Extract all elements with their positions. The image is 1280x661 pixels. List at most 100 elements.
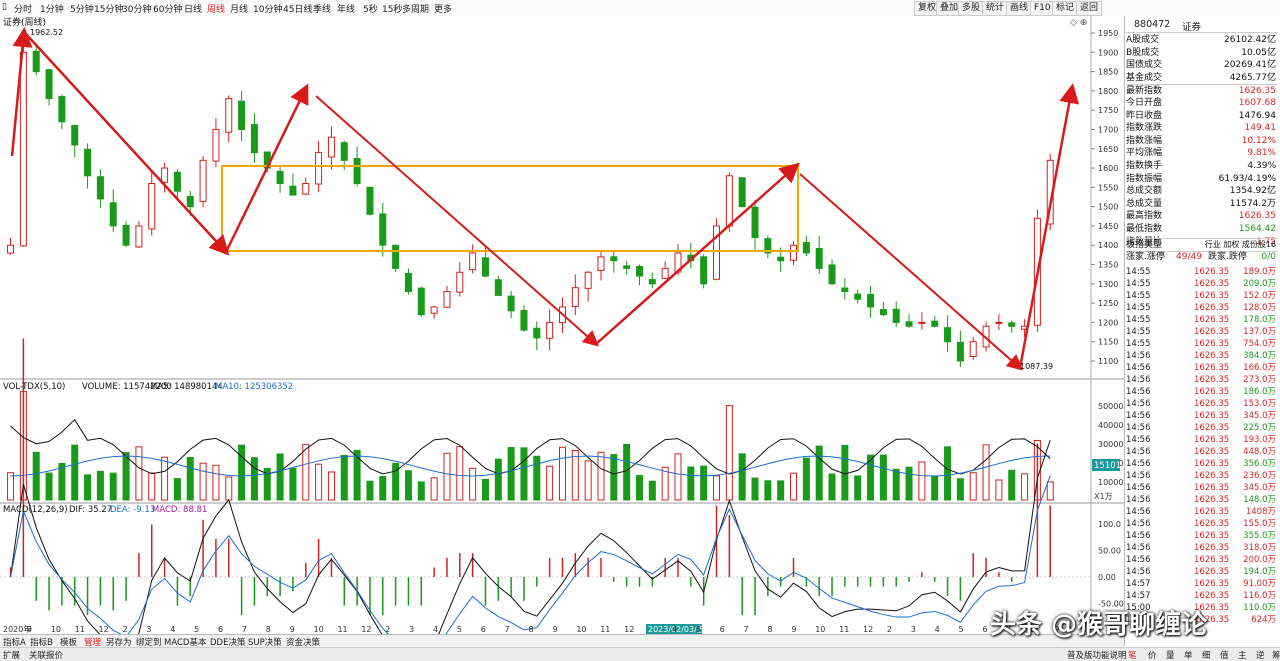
candle-body: [456, 271, 464, 293]
vol-ma5: MA5: 148980144: [150, 382, 223, 392]
tick-volume: 448.0万: [1243, 447, 1276, 457]
candle-body: [494, 279, 502, 296]
stat-label: 指数换手: [1126, 161, 1163, 171]
tick-volume: 209.0万: [1243, 279, 1276, 289]
timeframe-12[interactable]: 年线: [337, 2, 355, 15]
timeframe-13[interactable]: 5秒: [363, 2, 378, 15]
chart-area[interactable]: 1950 1900 1850 1800 1750 1700 1650 1600 1550 1500…: [0, 16, 1124, 661]
tick-price: 1626.35: [1194, 375, 1230, 385]
tick-time: 14:56: [1126, 459, 1151, 469]
timeframe-5[interactable]: 60分钟: [153, 2, 182, 15]
volume-bar: [635, 475, 643, 501]
macd-dea: DEA: -9.13: [110, 505, 155, 515]
timeframe-7[interactable]: 周线: [207, 2, 225, 15]
time-axis-label: 3: [146, 625, 151, 634]
status-right-4[interactable]: 单: [1184, 649, 1193, 661]
tick-volume: 318.0万: [1243, 543, 1276, 553]
status-right-7[interactable]: 主: [1238, 649, 1247, 661]
status-right-0[interactable]: 普及版功能说明: [1067, 649, 1127, 661]
stat-label: 基金成交: [1126, 72, 1163, 83]
vol-title: VOL-TDX(5,10): [3, 382, 65, 392]
candle-body: [45, 69, 53, 100]
candle-body: [700, 256, 708, 285]
stat-label: 总成交量: [1126, 198, 1163, 209]
timeframe-0[interactable]: 分时: [14, 2, 32, 15]
tick-price: 1626.35: [1194, 471, 1230, 481]
tick-row: 14:55 1626.35 137.0万: [1126, 326, 1278, 338]
status-right-5[interactable]: 细: [1202, 649, 1211, 661]
candle-body: [481, 257, 489, 277]
timeframe-6[interactable]: 日线: [184, 2, 202, 15]
volume-bar: [109, 472, 117, 501]
tool-button-7[interactable]: 返回: [1076, 1, 1103, 16]
tick-time: 14:56: [1126, 555, 1151, 565]
stat-label: 今日开盘: [1126, 98, 1163, 108]
price-axis-label: 1650: [1098, 145, 1118, 154]
tick-row: 14:56 1626.35 194.0万: [1126, 566, 1278, 578]
time-axis-label: 4: [935, 625, 940, 634]
tool-button-2[interactable]: 多股: [958, 1, 985, 16]
status-right-1[interactable]: 笔: [1128, 649, 1137, 661]
vol-ma10: MA10: 125306352: [215, 382, 293, 392]
tick-volume: 754.0万: [1243, 339, 1276, 349]
time-axis-label: 6: [481, 625, 486, 634]
timeframe-11[interactable]: 季线: [313, 2, 331, 15]
candle-body: [276, 170, 284, 184]
stat-label: 昨日收盘: [1126, 110, 1163, 121]
volume-bar: [918, 461, 926, 501]
candle-body: [610, 256, 618, 262]
tick-volume: 356.0万: [1243, 459, 1276, 469]
status-left-1[interactable]: 关联报价: [29, 649, 63, 661]
tool-button-4[interactable]: 画线: [1006, 1, 1033, 16]
timeframe-4[interactable]: 30分钟: [122, 2, 151, 15]
timeframe-3[interactable]: 15分钟: [94, 2, 123, 15]
tool-button-6[interactable]: 标记: [1052, 1, 1079, 16]
status-bar: 扩展 关联报价 普及版功能说明笔价量单细值主逆筹: [0, 647, 1280, 661]
volume-bar: [32, 451, 40, 501]
timeframe-9[interactable]: 10分钟: [253, 2, 282, 15]
vol-current: 15101: [1094, 461, 1121, 471]
tick-time: 14:56: [1126, 531, 1151, 541]
tick-price: 1626.35: [1194, 423, 1230, 433]
timeframe-16[interactable]: 更多: [434, 2, 452, 15]
timeframe-2[interactable]: 5分钟: [70, 2, 94, 15]
tick-row: 14:55 1626.35 209.0万: [1126, 278, 1278, 290]
time-axis-label: 4: [672, 625, 677, 634]
stat-row: 国债成交 20269.41亿: [1126, 59, 1278, 71]
candle-body: [892, 308, 900, 323]
status-left-0[interactable]: 扩展: [3, 649, 20, 661]
volume-bar: [148, 472, 156, 501]
tick-row: 14:56 1626.35 318.0万: [1126, 542, 1278, 554]
tick-row: 14:56 1626.35 356.0万: [1126, 458, 1278, 470]
chart-corner-icons[interactable]: ◇ ⊕: [1070, 18, 1087, 28]
candle-body: [58, 96, 66, 123]
status-right-3[interactable]: 量: [1166, 649, 1175, 661]
status-right-8[interactable]: 逆: [1256, 649, 1265, 661]
volume-bar: [892, 468, 900, 501]
timeframe-14[interactable]: 15秒: [382, 2, 402, 15]
tick-time: 14:55: [1126, 303, 1151, 313]
stat-label: 指数涨跌: [1126, 123, 1163, 134]
tick-volume: 384.0万: [1243, 351, 1276, 361]
tick-volume: 91.00万: [1243, 579, 1276, 589]
status-right-6[interactable]: 值: [1220, 649, 1229, 661]
status-right-9[interactable]: 筹: [1272, 649, 1280, 661]
candle-body: [392, 244, 400, 269]
candle-body: [173, 171, 181, 192]
timeframe-1[interactable]: 1分钟: [40, 2, 64, 15]
panel-toggle-icon[interactable]: ▯: [2, 2, 7, 12]
tool-button-3[interactable]: 统计: [982, 1, 1009, 16]
tool-button-5[interactable]: F10: [1030, 1, 1055, 16]
status-right-2[interactable]: 价: [1148, 649, 1157, 661]
tick-row: 14:56 1626.35 153.0万: [1126, 398, 1278, 410]
timeframe-15[interactable]: 多周期: [402, 2, 429, 15]
kline-chart[interactable]: 1950 1900 1850 1800 1750 1700 1650 1600 1550 1500…: [0, 16, 1124, 661]
tick-price: 1626.35: [1194, 339, 1230, 349]
timeframe-8[interactable]: 月线: [230, 2, 248, 15]
tick-time: 14:56: [1126, 435, 1151, 445]
candle-body: [854, 293, 862, 300]
timeframe-10[interactable]: 45日线: [283, 2, 312, 15]
volume-bar: [623, 443, 631, 501]
tick-volume: 155.0万: [1243, 519, 1276, 529]
volume-bar: [956, 478, 964, 501]
